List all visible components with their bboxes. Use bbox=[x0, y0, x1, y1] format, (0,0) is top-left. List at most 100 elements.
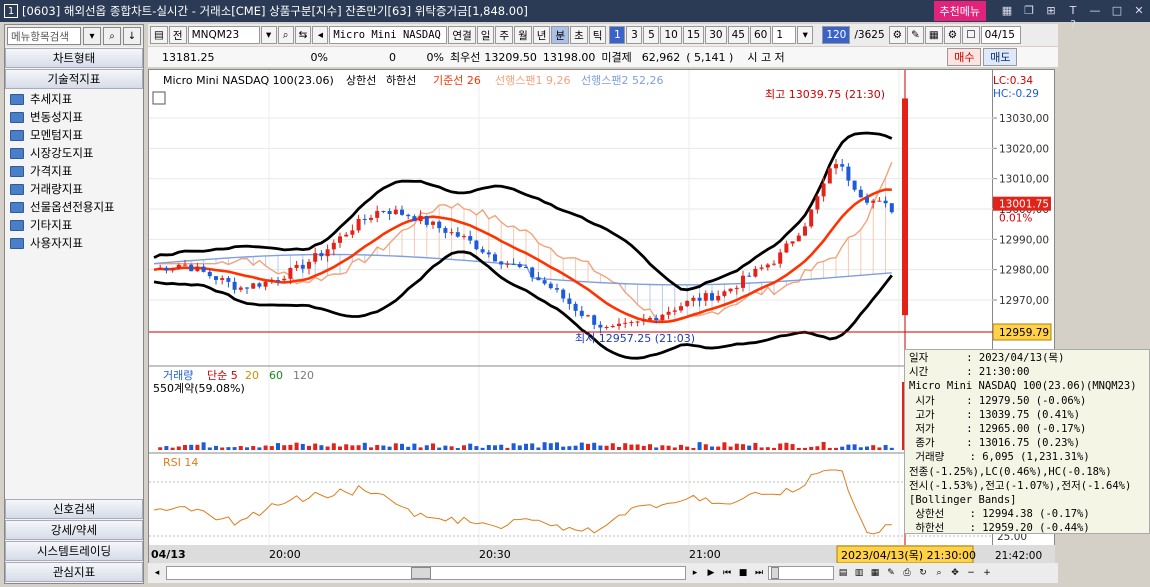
refresh-icon[interactable]: ↻ bbox=[916, 566, 930, 580]
left-bottom-button[interactable]: 강세/약세 bbox=[5, 520, 143, 540]
move-icon[interactable]: ✥ bbox=[948, 566, 962, 580]
gear-icon[interactable]: ⚙ bbox=[943, 26, 962, 44]
indicator-tree-item[interactable]: 변동성지표 bbox=[5, 108, 143, 126]
interval-button[interactable]: 15 bbox=[682, 26, 705, 44]
calendar-icon[interactable]: ▤ bbox=[150, 26, 168, 44]
scroll-right-icon[interactable]: ▸ bbox=[688, 566, 702, 580]
left-bottom-button[interactable]: 시스템트레이딩 bbox=[5, 541, 143, 561]
interval-button[interactable]: 10 bbox=[660, 26, 682, 44]
tooltip-line: 전시(-1.53%),전고(-1.07%),전저(-1.64%) bbox=[909, 479, 1132, 492]
layout-icon[interactable]: ▦ bbox=[999, 4, 1015, 18]
interval-button[interactable]: 30 bbox=[705, 26, 727, 44]
candle-body bbox=[561, 289, 566, 299]
rewind-icon[interactable]: ⏮ bbox=[720, 566, 734, 580]
candle-body bbox=[703, 293, 708, 301]
indicator-tree-label: 변동성지표 bbox=[30, 110, 83, 124]
minus-icon[interactable]: − bbox=[964, 566, 978, 580]
indicator-tree-item[interactable]: 거래량지표 bbox=[5, 180, 143, 198]
plus-icon[interactable]: + bbox=[980, 566, 994, 580]
table-icon[interactable]: ▦ bbox=[868, 566, 882, 580]
period-button[interactable]: 년 bbox=[532, 26, 551, 44]
indicator-tree-item[interactable]: 가격지표 bbox=[5, 162, 143, 180]
candle-body bbox=[387, 211, 392, 214]
date-input[interactable]: 04/15 bbox=[980, 26, 1021, 44]
indicator-tree-item[interactable]: 시장강도지표 bbox=[5, 144, 143, 162]
settings-icon[interactable]: ⚙ bbox=[888, 26, 907, 44]
interval-button[interactable]: 3 bbox=[626, 26, 643, 44]
left-bottom-button[interactable]: 신호검색 bbox=[5, 499, 143, 519]
interval-select[interactable]: 1 bbox=[772, 26, 797, 44]
chart-scroll-bar: ◂ ▸ ▶ ⏮ ■ ⏭ ▤ ▥ ▦ ✎ ⎙ ↻ ⌕ ✥ − + bbox=[148, 563, 1058, 583]
maximize-icon[interactable]: □ bbox=[1109, 4, 1125, 18]
tools-icon[interactable]: ✎ bbox=[907, 26, 924, 44]
volume-bar bbox=[778, 443, 783, 450]
left-bottom-button[interactable]: 관심지표 bbox=[5, 562, 143, 582]
candle-body bbox=[846, 166, 851, 181]
stop-icon[interactable]: ■ bbox=[736, 566, 750, 580]
period-button[interactable]: 틱 bbox=[588, 26, 607, 44]
sell-button[interactable]: 매도 bbox=[983, 48, 1018, 66]
indicator-tree-item[interactable]: 기타지표 bbox=[5, 216, 143, 234]
chart-type-header[interactable]: 차트형태 bbox=[5, 48, 143, 68]
candle-body bbox=[722, 291, 727, 296]
zoom-icon[interactable]: ⌕ bbox=[932, 566, 946, 580]
indicator-tree-item[interactable]: 모멘텀지표 bbox=[5, 126, 143, 144]
forward-icon[interactable]: ⏭ bbox=[752, 566, 766, 580]
dropdown-icon[interactable]: ▾ bbox=[83, 27, 101, 45]
volume-bar bbox=[573, 445, 578, 450]
zoom-slider[interactable] bbox=[768, 566, 834, 580]
time-tick: 20:30 bbox=[479, 548, 511, 561]
tooltip-line: 시가 : 12979.50 (-0.06%) bbox=[909, 394, 1087, 407]
arrow-down-icon[interactable]: ↓ bbox=[123, 27, 141, 45]
indicator-tree-item[interactable]: 사용자지표 bbox=[5, 234, 143, 252]
count-input[interactable]: 120 bbox=[822, 26, 851, 44]
period-button[interactable]: 연결 bbox=[448, 26, 476, 44]
prev-icon[interactable]: ◂ bbox=[312, 26, 329, 44]
chart-canvas[interactable]: Micro Mini NASDAQ 100(23.06) 상한선 하한선 기준선 26… bbox=[149, 70, 994, 564]
candle-body bbox=[170, 268, 175, 271]
symbol-input[interactable]: MNQM23 bbox=[187, 26, 260, 44]
minimize-icon[interactable]: — bbox=[1087, 4, 1103, 18]
period-button[interactable]: 초 bbox=[570, 26, 588, 44]
interval-button[interactable]: 5 bbox=[643, 26, 660, 44]
search-icon[interactable]: ⌕ bbox=[103, 27, 121, 45]
copy-icon[interactable]: ❐ bbox=[1021, 4, 1037, 18]
menu-search-input[interactable]: 메뉴항목검색 bbox=[7, 27, 81, 45]
chart-area[interactable]: Micro Mini NASDAQ 100(23.06) 상한선 하한선 기준선 26… bbox=[148, 69, 994, 564]
candle-body bbox=[443, 228, 448, 233]
search-icon[interactable]: ⌕ bbox=[277, 26, 294, 44]
interval-button[interactable]: 60 bbox=[749, 26, 772, 44]
compare-icon[interactable]: ⇆ bbox=[294, 26, 312, 44]
period-button[interactable]: 일 bbox=[476, 26, 495, 44]
period-button[interactable]: 주 bbox=[495, 26, 514, 44]
grid-icon[interactable]: ▦ bbox=[924, 26, 943, 44]
draw-icon[interactable]: ✎ bbox=[884, 566, 898, 580]
scroll-left-icon[interactable]: ◂ bbox=[150, 566, 164, 580]
horizontal-scrollbar[interactable] bbox=[166, 566, 686, 580]
period-button[interactable]: 월 bbox=[514, 26, 532, 44]
volume-bar bbox=[821, 442, 826, 450]
hc-label: HC:-0.29 bbox=[993, 88, 1039, 100]
play-icon[interactable]: ▶ bbox=[704, 566, 718, 580]
interval-dropdown-icon[interactable]: ▾ bbox=[797, 26, 814, 44]
indicator-tree-item[interactable]: 선물옵션전용지표 bbox=[5, 198, 143, 216]
interval-button[interactable]: 45 bbox=[727, 26, 749, 44]
tech-indicator-header[interactable]: 기술적지표 bbox=[5, 69, 143, 89]
help-icon[interactable]: T ? bbox=[1065, 4, 1081, 31]
interval-button[interactable]: 1 bbox=[609, 26, 626, 44]
buy-button[interactable]: 매수 bbox=[947, 48, 982, 66]
link-icon[interactable]: ⊞ bbox=[1043, 4, 1059, 18]
checkbox-icon[interactable]: ☐ bbox=[962, 26, 980, 44]
indicator-tree-item[interactable]: 추세지표 bbox=[5, 90, 143, 108]
quote-bar: 13181.25 0% 0 0% 최우선 13209.50 13198.00 미… bbox=[148, 47, 1058, 67]
tooltip-line: Micro Mini NASDAQ 100(23.06)(MNQM23) bbox=[909, 380, 1137, 393]
chart-icon[interactable]: ▤ bbox=[836, 566, 850, 580]
all-button[interactable]: 전 bbox=[168, 26, 187, 44]
print-icon[interactable]: ⎙ bbox=[900, 566, 914, 580]
recommend-menu-button[interactable]: 추천메뉴 bbox=[933, 1, 986, 21]
close-icon[interactable]: ✕ bbox=[1131, 4, 1147, 18]
price-tick: 12990,00 bbox=[999, 234, 1049, 246]
symbol-dropdown-icon[interactable]: ▾ bbox=[260, 26, 277, 44]
period-button[interactable]: 분 bbox=[551, 26, 570, 44]
bar-icon[interactable]: ▥ bbox=[852, 566, 866, 580]
